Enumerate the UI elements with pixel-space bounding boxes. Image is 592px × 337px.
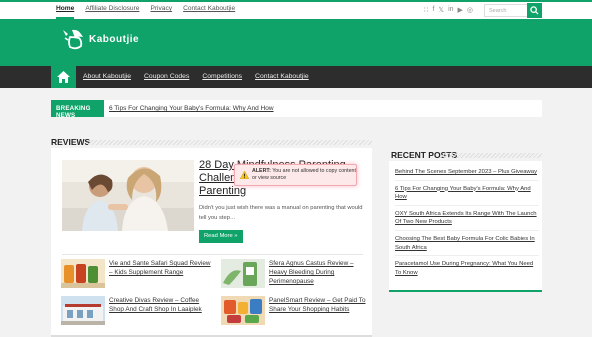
rss-icon[interactable]: ∷: [424, 6, 428, 14]
youtube-icon[interactable]: ▶: [458, 6, 463, 14]
breaking-news-label: BREAKING NEWS: [51, 100, 104, 119]
home-icon: [57, 71, 70, 83]
list-item: Sfera Agnus Castus Review – Heavy Bleedi…: [221, 259, 371, 291]
nav-item-coupon-codes[interactable]: Coupon Codes: [144, 73, 189, 80]
reviews-heading-hatch: [88, 140, 372, 145]
thumbnail[interactable]: [221, 259, 265, 288]
recent-post-link[interactable]: Paracetamol Use During Pregnancy: What Y…: [395, 260, 539, 280]
site-logo[interactable]: Kaboutjie: [60, 28, 139, 50]
thumbnail[interactable]: [221, 296, 265, 325]
alert-message: ALERT: You are not allowed to copy conte…: [252, 168, 356, 182]
search-icon: [530, 6, 539, 15]
list-item: Vie and Sante Safari Squad Review – Kids…: [61, 259, 211, 291]
search-button[interactable]: [527, 3, 542, 18]
site-header: Kaboutjie: [0, 19, 592, 66]
facebook-icon[interactable]: f: [432, 6, 434, 14]
reviews-heading: REVIEWS: [51, 137, 91, 147]
nav-item-contact[interactable]: Contact Kaboutjie: [255, 73, 309, 80]
top-nav-home[interactable]: Home: [56, 5, 74, 12]
read-more-button[interactable]: Read More »: [199, 230, 243, 243]
featured-image[interactable]: [62, 160, 194, 231]
recent-post-link[interactable]: OXY South Africa Extends Its Range With …: [395, 210, 539, 231]
warning-icon: [240, 171, 249, 179]
top-nav-affiliate-disclosure[interactable]: Affiliate Disclosure: [85, 5, 139, 12]
featured-excerpt: Didn't you just wish there was a manual …: [199, 205, 363, 221]
main-nav: About Kaboutjie Coupon Codes Competition…: [0, 66, 592, 88]
logo-gnome-icon: [63, 29, 83, 50]
search-input[interactable]: Search: [484, 4, 528, 17]
list-item-title[interactable]: Creative Divas Review – Coffee Shop And …: [109, 296, 213, 314]
logo-text: Kaboutjie: [89, 33, 140, 45]
top-nav: Home Affiliate Disclosure Privacy Contac…: [56, 5, 235, 12]
recent-posts-hatch: [440, 153, 542, 158]
recent-posts-widget: Behind The Scenes September 2023 – Plus …: [389, 161, 542, 292]
list-item: Creative Divas Review – Coffee Shop And …: [61, 296, 211, 328]
list-item-title[interactable]: Sfera Agnus Castus Review – Heavy Bleedi…: [269, 259, 373, 286]
social-links: ∷ f 𝕏 in ▶ ◎: [424, 6, 473, 14]
top-bar: Home Affiliate Disclosure Privacy Contac…: [0, 0, 592, 19]
thumbnail[interactable]: [61, 259, 105, 288]
copy-protection-alert[interactable]: ALERT: You are not allowed to copy conte…: [234, 164, 357, 186]
linkedin-icon[interactable]: in: [448, 6, 453, 14]
list-item-title[interactable]: Vie and Sante Safari Squad Review – Kids…: [109, 259, 213, 277]
home-button[interactable]: [51, 66, 76, 88]
divider: [62, 254, 363, 255]
nav-item-about[interactable]: About Kaboutjie: [83, 73, 131, 80]
list-item: PanelSmart Review – Get Paid To Share Yo…: [221, 296, 371, 328]
alert-label: ALERT:: [252, 168, 271, 174]
list-item-title[interactable]: PanelSmart Review – Get Paid To Share Yo…: [269, 296, 373, 314]
breaking-news-headline[interactable]: 6 Tips For Changing Your Baby's Formula:…: [109, 105, 274, 112]
instagram-icon[interactable]: ◎: [467, 6, 473, 14]
twitter-icon[interactable]: 𝕏: [438, 6, 444, 14]
main-nav-links: About Kaboutjie Coupon Codes Competition…: [83, 73, 322, 80]
recent-post-link[interactable]: Behind The Scenes September 2023 – Plus …: [395, 168, 539, 181]
recent-post-link[interactable]: Choosing The Best Baby Formula For Colic…: [395, 235, 539, 257]
breaking-news-bar: BREAKING NEWS 6 Tips For Changing Your B…: [51, 100, 542, 119]
thumbnail[interactable]: [61, 296, 105, 325]
recent-post-link[interactable]: 6 Tips For Changing Your Baby's Formula:…: [395, 185, 539, 206]
top-nav-contact[interactable]: Contact Kaboutjie: [183, 5, 235, 12]
top-nav-privacy[interactable]: Privacy: [150, 5, 172, 12]
nav-item-competitions[interactable]: Competitions: [202, 73, 242, 80]
